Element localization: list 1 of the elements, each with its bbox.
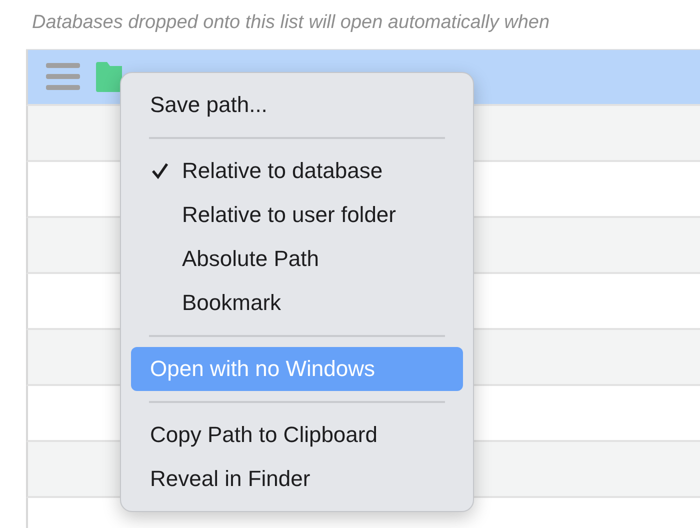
hint-text: Databases dropped onto this list will open automatically when xyxy=(31,11,551,35)
